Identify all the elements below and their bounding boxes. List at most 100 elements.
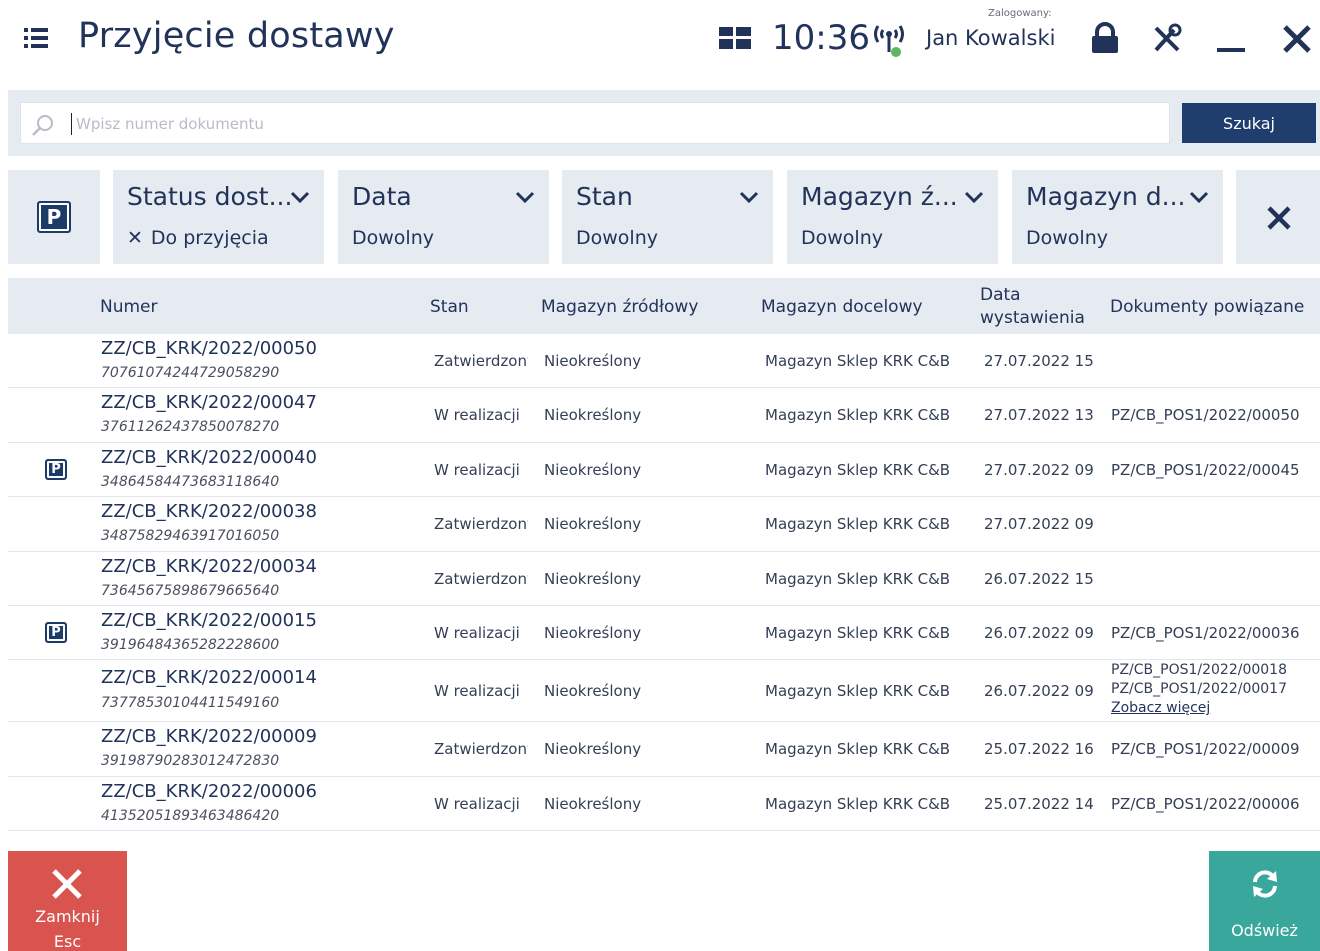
refresh-button[interactable]: Odśwież <box>1209 851 1320 951</box>
filter-target-warehouse[interactable]: Magazyn d... Dowolny <box>1012 170 1223 264</box>
doc-number: ZZ/CB_KRK/2022/00034 <box>101 555 317 577</box>
doc-code: 73778530104411549160 <box>101 695 280 712</box>
clear-filters-button[interactable] <box>1236 170 1320 264</box>
parking-icon: P <box>45 458 67 480</box>
close-icon <box>1267 206 1291 230</box>
search-input[interactable] <box>71 113 1161 135</box>
search-box <box>20 102 1170 144</box>
doc-code: 37611262437850078270 <box>101 419 280 436</box>
doc-code: 73645675898679665640 <box>101 582 280 599</box>
tiles-icon[interactable] <box>719 27 751 49</box>
search-button[interactable]: Szukaj <box>1182 103 1316 143</box>
doc-state: Zatwierdzony <box>434 352 528 370</box>
doc-target-warehouse: Magazyn Sklep KRK C&B <box>765 406 951 425</box>
doc-date: 25.07.2022 14:0 <box>984 794 1094 813</box>
column-header-related-docs[interactable]: Dokumenty powiązane <box>1110 297 1304 317</box>
lock-icon[interactable] <box>1088 22 1122 56</box>
related-doc: PZ/CB_POS1/2022/00018 <box>1111 662 1287 679</box>
doc-source-warehouse: Nieokreślony <box>544 406 642 425</box>
doc-number: ZZ/CB_KRK/2022/00014 <box>101 667 317 689</box>
doc-date: 26.07.2022 15:0 <box>984 569 1094 588</box>
column-header-source-warehouse[interactable]: Magazyn źródłowy <box>541 297 698 317</box>
column-header-date[interactable]: Data wystawienia <box>980 284 1085 330</box>
table-row[interactable]: ZZ/CB_KRK/2022/00034 7364567589867966564… <box>8 551 1320 606</box>
chevron-down-icon <box>290 191 310 204</box>
refresh-icon <box>1253 870 1277 898</box>
related-doc: PZ/CB_POS1/2022/00017 <box>1111 681 1287 698</box>
hamburger-menu-icon[interactable] <box>24 26 48 50</box>
doc-date: 27.07.2022 09:5 <box>984 460 1094 479</box>
column-header-numer[interactable]: Numer <box>100 297 158 317</box>
search-icon <box>31 113 55 137</box>
table-row[interactable]: ZZ/CB_KRK/2022/00006 4135205189346348642… <box>8 776 1320 832</box>
doc-code: 39196484365282228600 <box>101 636 280 653</box>
filter-value: Dowolny <box>1026 227 1108 249</box>
filter-status[interactable]: Status dost... ✕ Do przyjęcia <box>113 170 324 264</box>
column-header-stan[interactable]: Stan <box>430 297 469 317</box>
column-header-target-warehouse[interactable]: Magazyn docelowy <box>761 297 923 317</box>
logged-in-label: Zalogowany: <box>988 8 1052 19</box>
doc-source-warehouse: Nieokreślony <box>544 515 642 534</box>
table-row[interactable]: ZZ/CB_KRK/2022/00038 3487582946391701605… <box>8 497 1320 552</box>
close-window-button[interactable]: Zamknij Esc <box>8 851 127 951</box>
doc-code: 39198790283012472830 <box>101 753 280 770</box>
see-more-link[interactable]: Zobacz więcej <box>1111 699 1287 718</box>
filters-bar: P Status dost... ✕ Do przyjęcia Data Dowo… <box>8 170 1320 264</box>
filter-state[interactable]: Stan Dowolny <box>562 170 773 264</box>
table-row[interactable]: P ZZ/CB_KRK/2022/00015 39196484365282228… <box>8 605 1320 661</box>
signal-antenna-icon <box>872 22 906 58</box>
doc-state: W realizacji <box>434 623 520 642</box>
filter-label: Data <box>352 182 412 211</box>
doc-date: 27.07.2022 09:2 <box>984 515 1094 534</box>
doc-number: ZZ/CB_KRK/2022/00038 <box>101 501 317 523</box>
doc-date: 25.07.2022 16:0 <box>984 740 1094 759</box>
filter-date[interactable]: Data Dowolny <box>338 170 549 264</box>
filter-label: Magazyn ź... <box>801 182 958 211</box>
table-row[interactable]: ZZ/CB_KRK/2022/00009 3919879028301247283… <box>8 722 1320 777</box>
close-icon <box>52 869 82 899</box>
doc-date: 27.07.2022 13:3 <box>984 406 1094 425</box>
close-icon[interactable] <box>1280 22 1314 56</box>
tools-icon[interactable] <box>1150 22 1184 56</box>
close-button-label: Zamknij <box>35 907 100 926</box>
parking-icon: P <box>37 201 71 233</box>
filter-label: Status dost... <box>127 182 293 211</box>
clear-filter-icon[interactable]: ✕ <box>127 227 143 249</box>
related-doc: PZ/CB_POS1/2022/00045 <box>1111 460 1300 479</box>
doc-source-warehouse: Nieokreślony <box>544 623 642 642</box>
parked-filter-button[interactable]: P <box>8 170 100 264</box>
table-row[interactable]: ZZ/CB_KRK/2022/00047 3761126243785007827… <box>8 388 1320 443</box>
filter-label: Magazyn d... <box>1026 182 1186 211</box>
doc-number: ZZ/CB_KRK/2022/00050 <box>101 338 317 359</box>
doc-target-warehouse: Magazyn Sklep KRK C&B <box>765 515 951 534</box>
doc-number: ZZ/CB_KRK/2022/00015 <box>101 609 317 631</box>
related-docs-list: PZ/CB_POS1/2022/00018 PZ/CB_POS1/2022/00… <box>1111 661 1287 718</box>
table-row[interactable]: ZZ/CB_KRK/2022/00050 7076107424472905829… <box>8 334 1320 389</box>
doc-target-warehouse: Magazyn Sklep KRK C&B <box>765 740 951 759</box>
filter-value: Dowolny <box>801 227 883 249</box>
chevron-down-icon <box>515 191 535 204</box>
doc-number: ZZ/CB_KRK/2022/00006 <box>101 780 317 802</box>
related-doc: PZ/CB_POS1/2022/00009 <box>1111 740 1300 759</box>
doc-state: Zatwierdzony <box>434 740 528 759</box>
doc-source-warehouse: Nieokreślony <box>544 794 642 813</box>
filter-value: Dowolny <box>352 227 434 249</box>
doc-source-warehouse: Nieokreślony <box>544 352 642 370</box>
doc-state: Zatwierdzony <box>434 515 528 534</box>
filter-source-warehouse[interactable]: Magazyn ź... Dowolny <box>787 170 998 264</box>
table-row[interactable]: ZZ/CB_KRK/2022/00014 7377853010441154916… <box>8 660 1320 723</box>
minimize-icon[interactable] <box>1214 22 1248 56</box>
user-name: Jan Kowalski <box>926 26 1056 50</box>
parking-icon: P <box>45 621 67 643</box>
doc-date: 26.07.2022 09:0 <box>984 682 1094 701</box>
table-row[interactable]: P ZZ/CB_KRK/2022/00040 34864584473683118… <box>8 442 1320 498</box>
column-header-date-line1: Data <box>980 285 1021 305</box>
doc-source-warehouse: Nieokreślony <box>544 740 642 759</box>
related-doc: PZ/CB_POS1/2022/00006 <box>1111 794 1300 813</box>
doc-source-warehouse: Nieokreślony <box>544 460 642 479</box>
chevron-down-icon <box>739 191 759 204</box>
doc-date: 26.07.2022 09:2 <box>984 623 1094 642</box>
doc-target-warehouse: Magazyn Sklep KRK C&B <box>765 352 951 370</box>
filter-label: Stan <box>576 182 633 211</box>
page-title: Przyjęcie dostawy <box>78 16 395 56</box>
